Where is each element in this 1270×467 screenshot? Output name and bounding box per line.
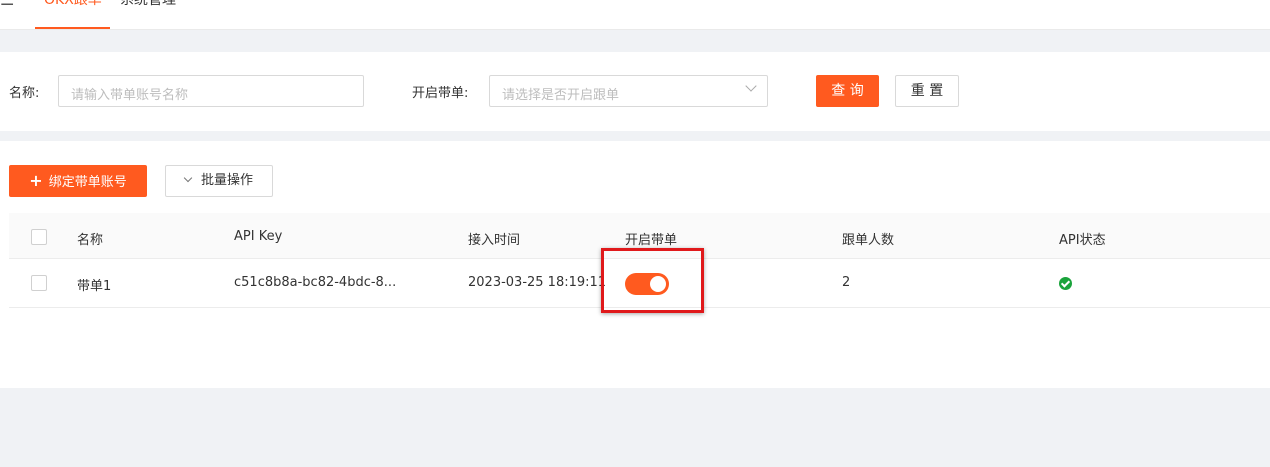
- name-label: 名称:: [9, 86, 40, 101]
- row-api-key: c51c8b8a-bc82-4bdc-8...: [234, 275, 397, 290]
- column-enable-copy: 开启带单: [625, 233, 678, 248]
- enable-copy-label: 开启带单:: [412, 86, 469, 101]
- enable-copy-select[interactable]: 请选择是否开启跟单: [489, 75, 768, 107]
- batch-operation-button[interactable]: 批量操作: [165, 165, 273, 197]
- column-name: 名称: [77, 233, 104, 248]
- bind-account-button[interactable]: + 绑定带单账号: [9, 165, 147, 197]
- select-all-checkbox[interactable]: [31, 229, 47, 245]
- column-followers: 跟单人数: [842, 233, 895, 248]
- enable-copy-placeholder: 请选择是否开启跟单: [502, 88, 620, 103]
- reset-button[interactable]: 重 置: [895, 75, 959, 107]
- tab-system-management[interactable]: 系统管理: [120, 0, 176, 31]
- column-api-status: API状态: [1059, 233, 1106, 248]
- row-checkbox[interactable]: [31, 275, 47, 291]
- menu-icon[interactable]: ☰: [0, 0, 14, 8]
- top-navbar: ☰ OKX跟单 系统管理: [0, 0, 1270, 30]
- column-api-key: API Key: [234, 229, 283, 244]
- query-button[interactable]: 查 询: [816, 75, 879, 107]
- column-access-time: 接入时间: [468, 233, 521, 248]
- row-name: 带单1: [77, 279, 112, 294]
- check-circle-icon: [1059, 277, 1072, 290]
- name-search-input[interactable]: 请输入带单账号名称: [58, 75, 364, 107]
- active-tab-indicator: [35, 27, 110, 29]
- search-panel: 名称: 请输入带单账号名称 开启带单: 请选择是否开启跟单 查 询 重 置: [0, 52, 1270, 131]
- name-search-placeholder: 请输入带单账号名称: [71, 88, 189, 103]
- highlight-annotation: [601, 248, 704, 313]
- plus-icon: +: [29, 171, 43, 190]
- chevron-down-icon: [183, 173, 193, 183]
- batch-operation-label: 批量操作: [200, 173, 253, 188]
- chevron-down-icon: [745, 80, 757, 92]
- bind-account-label: 绑定带单账号: [48, 175, 127, 190]
- row-access-time: 2023-03-25 18:19:11: [468, 275, 607, 290]
- row-followers: 2: [842, 275, 851, 290]
